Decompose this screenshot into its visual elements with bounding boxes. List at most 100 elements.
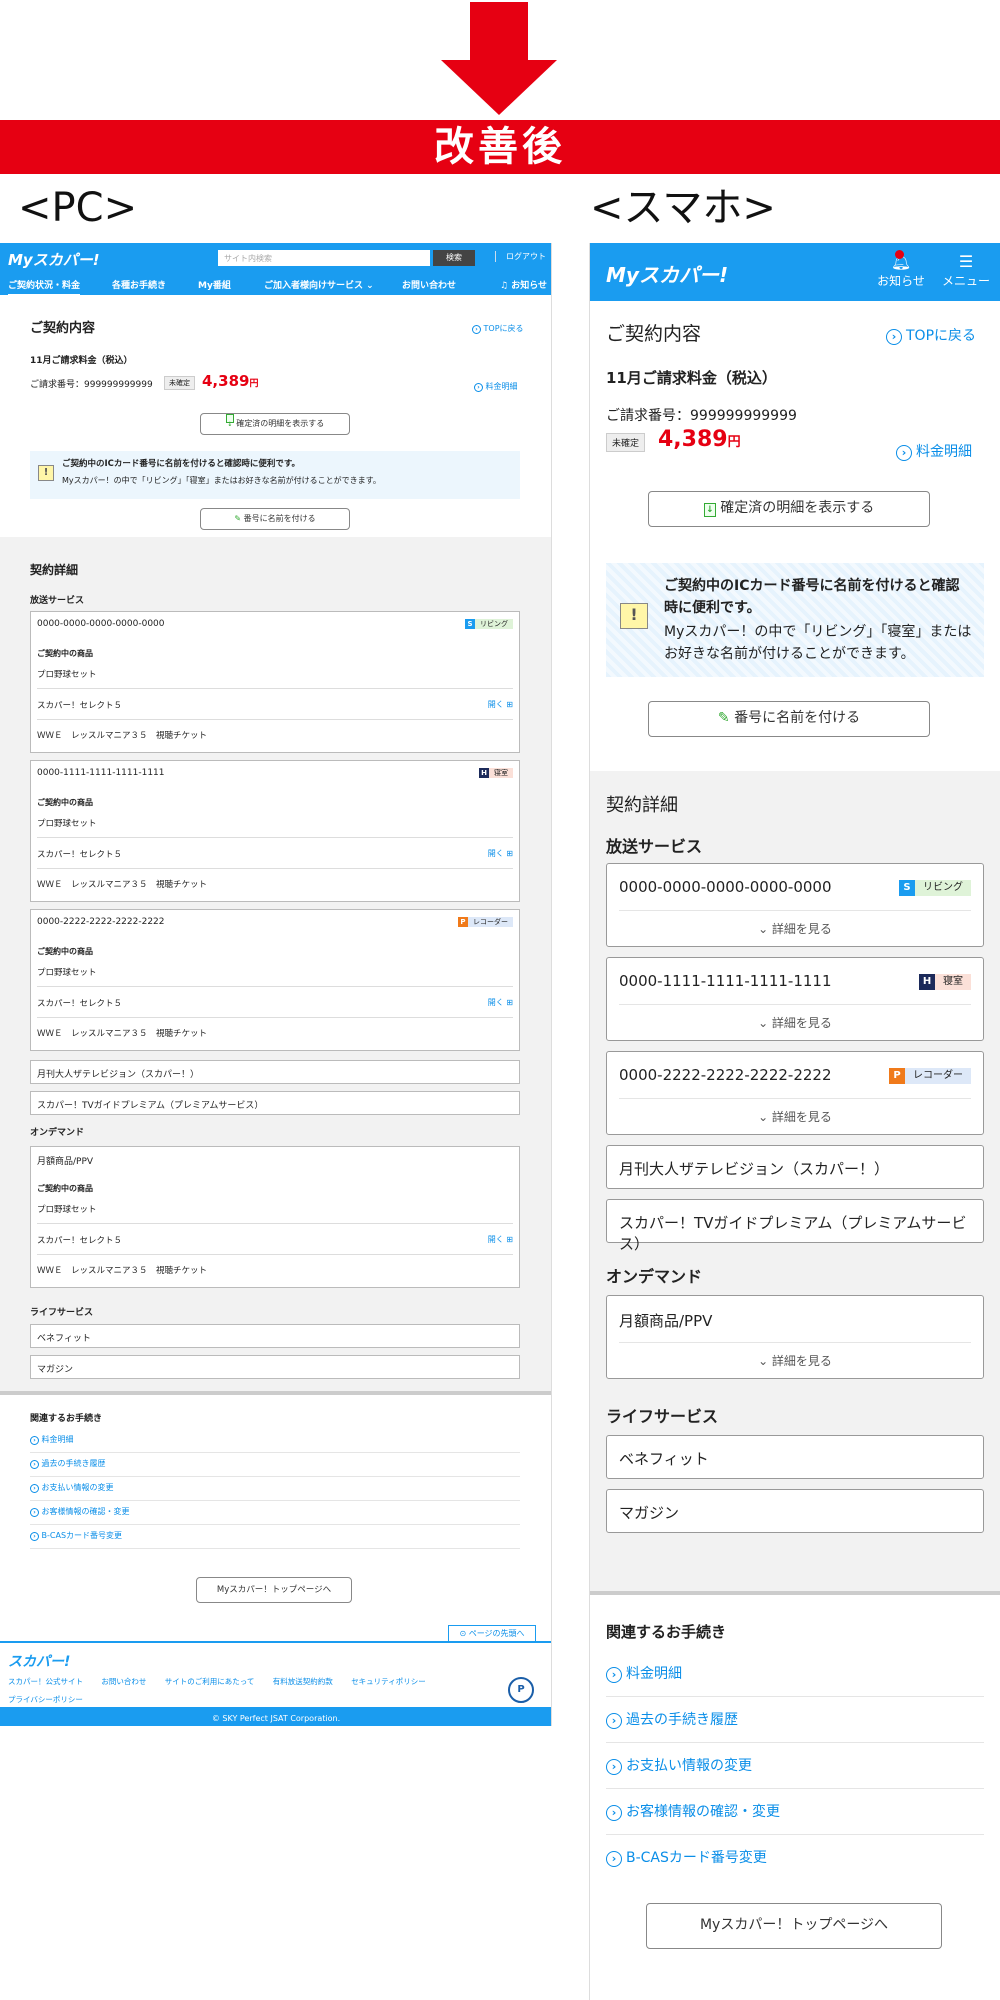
- card-product: プロ野球セット: [37, 968, 97, 978]
- pc-proc-link[interactable]: › B-CASカード番号変更: [30, 1525, 520, 1549]
- pc-nav-contact[interactable]: お問い合わせ: [402, 278, 456, 291]
- pc-nav-procedures[interactable]: 各種お手続き: [112, 278, 166, 291]
- edit-icon: ✎: [234, 514, 242, 523]
- sp-contract-card[interactable]: 0000-2222-2222-2222-2222 P レコーダー ⌄ 詳細を見る: [606, 1051, 984, 1135]
- pc-nav-notice[interactable]: ♫ お知らせ: [500, 278, 547, 291]
- sp-proc-link[interactable]: › 過去の手続き履歴: [606, 1697, 984, 1743]
- sp-life-item[interactable]: マガジン: [606, 1489, 984, 1533]
- home-icon: H: [479, 768, 489, 778]
- sp-logo[interactable]: Myスカパー!: [606, 259, 728, 288]
- card-open-button[interactable]: 開く ⊞: [488, 997, 513, 1008]
- card-ticket: ＷＷＥ レッスルマニア３５ 視聴チケット: [37, 1029, 208, 1039]
- card-service: スカパー！セレクト５: [37, 701, 123, 711]
- recorder-icon: P: [889, 1068, 905, 1084]
- pc-footer-logo[interactable]: スカパー!: [8, 1651, 70, 1671]
- pc-proc-link[interactable]: › お客様情報の確認・変更: [30, 1501, 520, 1525]
- sp-proc-link[interactable]: › お客様情報の確認・変更: [606, 1789, 984, 1835]
- pc-simple-item[interactable]: 月刊大人ザテレビジョン（スカパー！）: [30, 1060, 520, 1084]
- card-ticket: ＷＷＥ レッスルマニア３５ 視聴チケット: [37, 880, 208, 890]
- card-number: 0000-0000-0000-0000-0000: [619, 878, 832, 896]
- footer-link[interactable]: プライバシーポリシー: [8, 1695, 83, 1704]
- card-number: 0000-1111-1111-1111-1111: [619, 972, 832, 990]
- card-more-link[interactable]: ⌄ 詳細を見る: [607, 1014, 983, 1031]
- card-more-link[interactable]: ⌄ 詳細を見る: [607, 1352, 983, 1369]
- pc-statement-link[interactable]: › 料金明細: [474, 381, 518, 392]
- hamburger-icon: ☰: [958, 252, 974, 271]
- sp-menu-button[interactable]: ☰ メニュー: [938, 252, 994, 289]
- sp-statement-link[interactable]: › 料金明細: [896, 441, 972, 461]
- pc-proc-link[interactable]: › 過去の手続き履歴: [30, 1453, 520, 1477]
- pc-related-procedures: 関連するお手続き › 料金明細 › 過去の手続き履歴 › お支払い情報の変更 ›…: [0, 1391, 551, 1726]
- pc-proc-link[interactable]: › 料金明細: [30, 1429, 520, 1453]
- pc-life-item[interactable]: マガジン: [30, 1355, 520, 1379]
- satellite-icon: S: [465, 619, 475, 629]
- sp-top-page-button[interactable]: Myスカパー！トップページへ: [646, 1903, 942, 1949]
- pc-search-input[interactable]: サイト内検索: [218, 250, 430, 266]
- pc-top-link[interactable]: › TOPに戻る: [472, 323, 524, 334]
- sp-contract-card[interactable]: 0000-0000-0000-0000-0000 S リビング ⌄ 詳細を見る: [606, 863, 984, 947]
- pc-nav-my-program[interactable]: My番組: [198, 278, 231, 291]
- sp-simple-item[interactable]: 月刊大人ザテレビジョン（スカパー！）: [606, 1145, 984, 1189]
- sp-ondemand-card[interactable]: 月額商品/PPV ⌄ 詳細を見る: [606, 1295, 984, 1379]
- pc-logout-link[interactable]: ログアウト: [495, 251, 546, 262]
- footer-link[interactable]: 有料放送契約約款: [273, 1677, 333, 1686]
- card-open-button[interactable]: 開く ⊞: [488, 699, 513, 710]
- sp-top-link[interactable]: › TOPに戻る: [886, 325, 976, 345]
- card-number: 0000-2222-2222-2222-2222: [619, 1066, 832, 1084]
- sp-name-number-button[interactable]: ✎ 番号に名前を付ける: [648, 701, 930, 737]
- sp-proc-link[interactable]: › B-CASカード番号変更: [606, 1835, 984, 1881]
- sp-life-title: ライフサービス: [606, 1407, 719, 1426]
- sp-simple-item[interactable]: スカパー！TVガイドプレミアム（プレミアムサービス）: [606, 1199, 984, 1253]
- card-open-button[interactable]: 開く ⊞: [488, 1234, 513, 1245]
- card-name: 月額商品/PPV: [619, 1312, 713, 1330]
- card-chip: P レコーダー: [458, 917, 513, 927]
- card-service: スカパー！セレクト５: [37, 1236, 123, 1246]
- pc-confirmed-statement-button[interactable]: ↓ 確定済の明細を表示する: [200, 413, 350, 435]
- footer-link[interactable]: サイトのご利用にあたって: [165, 1677, 255, 1686]
- footer-link[interactable]: セキュリティポリシー: [351, 1677, 426, 1686]
- pc-logo[interactable]: Myスカパー!: [8, 249, 100, 270]
- pc-proc-link[interactable]: › お支払い情報の変更: [30, 1477, 520, 1501]
- card-ticket: ＷＷＥ レッスルマニア３５ 視聴チケット: [37, 731, 208, 741]
- privacy-mark-icon: P: [508, 1677, 534, 1703]
- card-more-link[interactable]: ⌄ 詳細を見る: [607, 1108, 983, 1125]
- sp-header: Myスカパー! 🔔︎ お知らせ ☰ メニュー: [590, 243, 1000, 301]
- sp-proc-link[interactable]: › お支払い情報の変更: [606, 1743, 984, 1789]
- card-name: 月額商品/PPV: [37, 1157, 94, 1167]
- pc-nav-contract[interactable]: ご契約状況・料金: [8, 278, 81, 296]
- chevron-right-icon: ›: [606, 1805, 622, 1821]
- pc-global-nav: ご契約状況・料金 各種お手続き My番組 ご加入者様向けサービス ⌄ お問い合わ…: [0, 273, 551, 296]
- notification-dot: [895, 250, 904, 259]
- chevron-right-icon: ›: [606, 1713, 622, 1729]
- card-current-label: ご契約中の商品: [37, 649, 93, 658]
- card-chip: H 寝室: [919, 974, 971, 990]
- warning-icon: !: [38, 465, 54, 481]
- pc-name-number-button[interactable]: ✎ 番号に名前を付ける: [200, 508, 350, 530]
- pc-search-button[interactable]: 検索: [433, 250, 475, 266]
- sp-contract-card[interactable]: 0000-1111-1111-1111-1111 H 寝室 ⌄ 詳細を見る: [606, 957, 984, 1041]
- pc-life-item[interactable]: ベネフィット: [30, 1324, 520, 1348]
- chevron-right-icon: ›: [472, 325, 481, 334]
- sp-proc-title: 関連するお手続き: [606, 1623, 727, 1641]
- footer-link[interactable]: お問い合わせ: [101, 1677, 146, 1686]
- card-open-button[interactable]: 開く ⊞: [488, 848, 513, 859]
- card-more-link[interactable]: ⌄ 詳細を見る: [607, 920, 983, 937]
- sp-confirmed-statement-button[interactable]: ↓ 確定済の明細を表示する: [648, 491, 930, 527]
- card-current-label: ご契約中の商品: [37, 947, 93, 956]
- card-current-label: ご契約中の商品: [37, 798, 93, 807]
- card-number: 0000-0000-0000-0000-0000: [37, 619, 165, 629]
- sp-notice-title: ご契約中のICカード番号に名前を付けると確認時に便利です。: [664, 578, 960, 616]
- pc-nav-member-services[interactable]: ご加入者様向けサービス ⌄: [264, 278, 374, 291]
- footer-link[interactable]: スカパー！公式サイト: [8, 1677, 83, 1686]
- card-current-label: ご契約中の商品: [37, 1184, 93, 1193]
- pc-simple-item[interactable]: スカパー！TVガイドプレミアム（プレミアムサービス）: [30, 1091, 520, 1115]
- sp-life-item[interactable]: ベネフィット: [606, 1435, 984, 1479]
- pc-bill-number: ご請求番号：999999999999: [30, 380, 153, 390]
- chevron-right-icon: ›: [30, 1460, 39, 1469]
- document-icon: ↓: [703, 503, 716, 517]
- card-product: プロ野球セット: [37, 1205, 97, 1215]
- pc-top-page-button[interactable]: Myスカパー！トップページへ: [196, 1577, 352, 1603]
- recorder-icon: P: [458, 917, 468, 927]
- improved-banner: 改善後: [0, 120, 1000, 174]
- sp-proc-link[interactable]: › 料金明細: [606, 1651, 984, 1697]
